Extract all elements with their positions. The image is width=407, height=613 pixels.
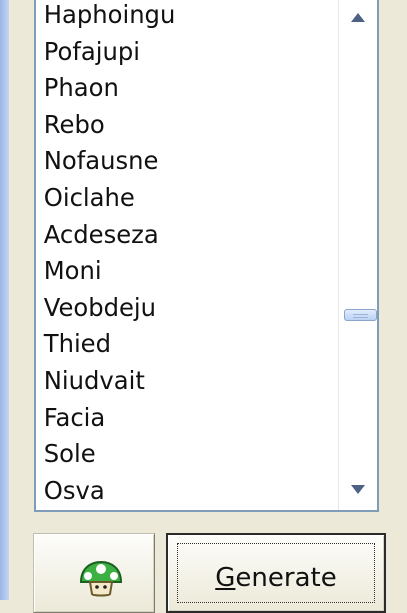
generate-button[interactable]: Generate [166, 533, 386, 613]
name-list: Haphoingu Pofajupi Phaon Rebo Nofausne O… [36, 0, 328, 509]
mushroom-button[interactable] [33, 533, 155, 613]
green-mushroom-icon [79, 560, 123, 597]
list-item[interactable]: Phaon [36, 70, 319, 107]
list-item[interactable]: Veobdeju [36, 290, 319, 327]
list-item[interactable]: Acdeseza [36, 217, 319, 254]
list-item[interactable]: Facia [36, 400, 319, 437]
list-item[interactable]: Sole [36, 436, 319, 473]
list-item[interactable]: Thied [36, 326, 319, 363]
generate-label-rest: enerate [235, 563, 337, 593]
name-listbox[interactable]: Haphoingu Pofajupi Phaon Rebo Nofausne O… [34, 0, 379, 512]
scroll-up-arrow-icon[interactable] [339, 2, 377, 32]
vertical-scrollbar[interactable] [338, 0, 377, 510]
list-item[interactable]: Moni [36, 253, 319, 290]
window-frame-left [0, 0, 9, 600]
generate-accelerator: G [215, 563, 236, 593]
list-item[interactable]: Nofausne [36, 143, 319, 180]
scrollbar-thumb[interactable] [344, 309, 377, 321]
generate-button-label: Generate [168, 563, 384, 593]
list-item[interactable]: Rebo [36, 107, 319, 144]
dialog-window: Haphoingu Pofajupi Phaon Rebo Nofausne O… [9, 0, 407, 613]
list-item[interactable]: Osva [36, 473, 319, 510]
list-item[interactable]: Niudvait [36, 363, 319, 400]
list-item[interactable]: Pofajupi [36, 34, 319, 71]
scroll-down-arrow-icon[interactable] [339, 474, 377, 504]
list-item[interactable]: Oiclahe [36, 180, 319, 217]
list-item[interactable]: Haphoingu [36, 0, 319, 34]
